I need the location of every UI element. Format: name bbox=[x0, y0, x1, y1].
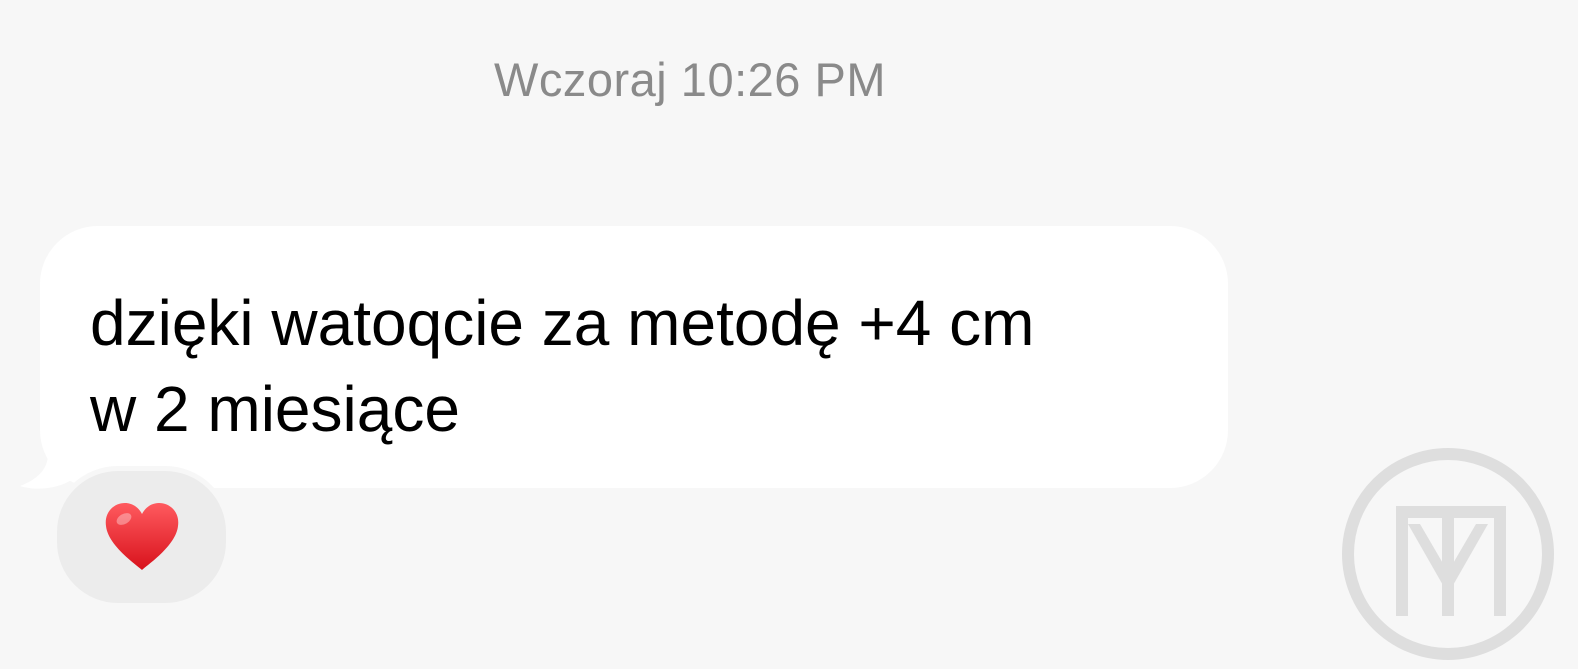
message-text: dzięki watoqcie za metodę +4 cm w 2 mies… bbox=[90, 287, 1035, 445]
reaction-badge[interactable] bbox=[52, 466, 231, 608]
mt-monogram-logo-icon bbox=[1342, 448, 1554, 660]
message-bubble-container[interactable]: dzięki watoqcie za metodę +4 cm w 2 mies… bbox=[18, 226, 1230, 490]
incoming-message-bubble[interactable]: dzięki watoqcie za metodę +4 cm w 2 mies… bbox=[40, 226, 1228, 488]
message-timestamp: Wczoraj 10:26 PM bbox=[494, 53, 886, 106]
heart-emoji-icon bbox=[105, 503, 178, 570]
